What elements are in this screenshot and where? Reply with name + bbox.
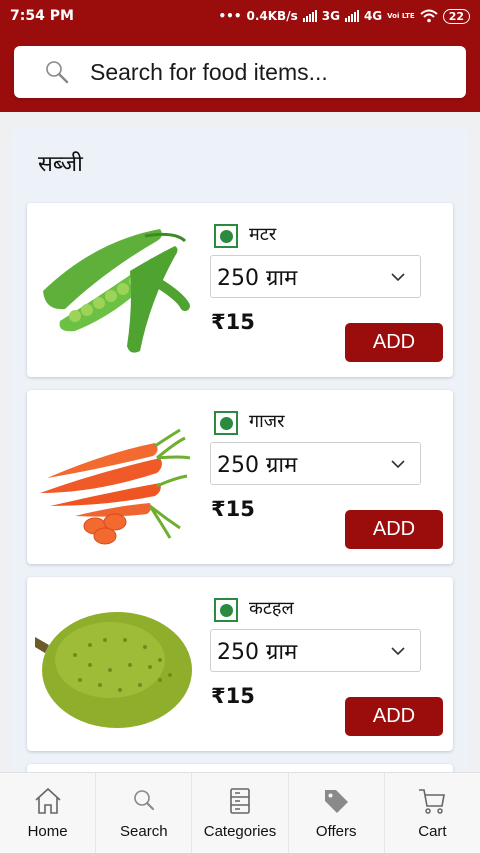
network-type-2: 4G <box>363 9 383 23</box>
search-bar[interactable] <box>14 46 466 98</box>
tag-icon <box>325 790 349 813</box>
nav-label: Search <box>120 823 168 840</box>
nav-label: Offers <box>315 823 357 840</box>
product-name: मटर <box>249 224 277 245</box>
nav-label: Home <box>27 823 68 840</box>
cart-icon <box>419 789 446 814</box>
home-icon <box>35 787 61 814</box>
product-name: कटहल <box>249 598 294 619</box>
jackfruit-image <box>35 585 195 743</box>
battery-icon: 22 <box>442 8 470 24</box>
nav-item-home[interactable]: Home <box>0 773 97 853</box>
nav-item-search[interactable]: Search <box>96 773 193 853</box>
product-list-section: सब्जी मटर 250 ग्राम ₹15 ADD गाजर 250 ग्र… <box>12 128 468 788</box>
veg-indicator-icon <box>214 598 238 622</box>
add-button[interactable]: ADD <box>345 510 443 549</box>
network-type-1: 3G <box>321 9 340 23</box>
quantity-dropdown[interactable]: 250 ग्राम <box>210 629 421 672</box>
signal-icon <box>302 10 317 22</box>
signal-icon <box>344 10 359 22</box>
product-price: ₹15 <box>211 310 255 334</box>
chevron-down-icon <box>391 460 405 469</box>
notification-dots-icon: ••• <box>218 9 242 23</box>
bottom-nav: Home Search Categories Offers Cart <box>0 772 480 853</box>
nav-label: Categories <box>203 823 277 840</box>
nav-item-categories[interactable]: Categories <box>192 773 289 853</box>
carrot-image <box>35 398 195 556</box>
veg-indicator-icon <box>214 224 238 248</box>
volte-icon: Voi LTE <box>387 11 415 20</box>
search-input[interactable] <box>90 58 450 86</box>
status-bar: 7:54 PM ••• 0.4KB/s 3G 4G Voi LTE 22 <box>0 0 480 32</box>
product-price: ₹15 <box>211 684 255 708</box>
app-screen: 7:54 PM ••• 0.4KB/s 3G 4G Voi LTE 22 Sea… <box>0 0 480 853</box>
quantity-dropdown[interactable]: 250 ग्राम <box>210 255 421 298</box>
wifi-icon <box>420 9 438 23</box>
status-indicators: ••• 0.4KB/s 3G 4G Voi LTE 22 <box>218 8 470 24</box>
peas-image <box>35 211 195 369</box>
nav-label: Cart <box>418 823 447 840</box>
product-card[interactable]: गाजर 250 ग्राम ₹15 ADD <box>27 390 453 564</box>
nav-item-cart[interactable]: Cart <box>385 773 480 853</box>
search-icon <box>133 790 154 810</box>
product-card[interactable]: कटहल 250 ग्राम ₹15 ADD <box>27 577 453 751</box>
quantity-value: 250 ग्राम <box>217 452 298 478</box>
chevron-down-icon <box>391 647 405 656</box>
status-time: 7:54 PM <box>10 8 74 24</box>
search-icon <box>46 61 69 84</box>
section-title: सब्जी <box>38 152 83 177</box>
product-price: ₹15 <box>211 497 255 521</box>
product-card[interactable]: मटर 250 ग्राम ₹15 ADD <box>27 203 453 377</box>
quantity-value: 250 ग्राम <box>217 265 298 291</box>
categories-icon <box>230 788 250 814</box>
add-button[interactable]: ADD <box>345 323 443 362</box>
add-button[interactable]: ADD <box>345 697 443 736</box>
product-name: गाजर <box>249 411 285 432</box>
header <box>0 32 480 112</box>
quantity-dropdown[interactable]: 250 ग्राम <box>210 442 421 485</box>
quantity-value: 250 ग्राम <box>217 639 298 665</box>
network-speed: 0.4KB/s <box>246 9 298 23</box>
chevron-down-icon <box>391 273 405 282</box>
nav-item-offers[interactable]: Offers <box>289 773 385 853</box>
veg-indicator-icon <box>214 411 238 435</box>
